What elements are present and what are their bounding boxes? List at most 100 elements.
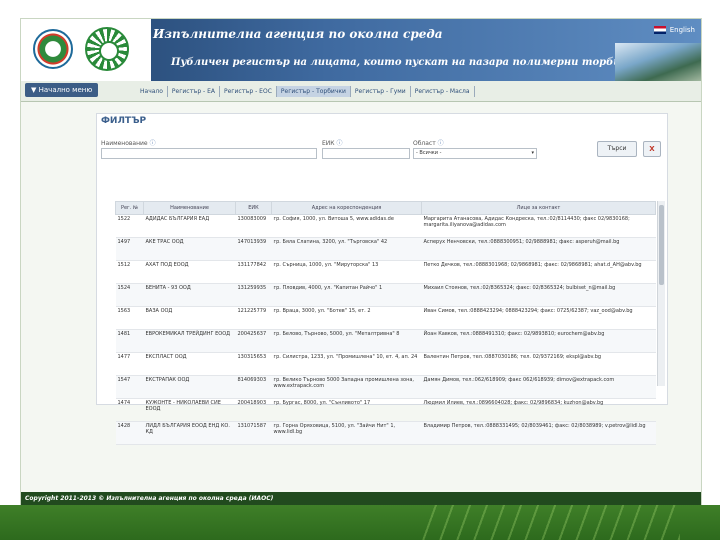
reg-number-cell: 1522 xyxy=(115,214,144,238)
name-label: Наименование ⓘ xyxy=(101,138,156,147)
tab-register-eos[interactable]: Регистър - ЕОС xyxy=(220,86,277,97)
name-cell: ЕВРОКЕМИКАЛ ТРЕЙДИНГ ЕООД xyxy=(143,329,236,353)
name-input[interactable] xyxy=(101,148,317,159)
bulstat-label-text: ЕИК xyxy=(322,140,335,147)
logo-area xyxy=(21,19,151,81)
reg-number-cell: 1563 xyxy=(115,306,144,330)
decorative-grass-band xyxy=(0,505,720,540)
help-icon[interactable]: ⓘ xyxy=(438,140,444,147)
name-cell: АКЕ ТРАС ООД xyxy=(143,237,236,261)
table-header-row: Рег. № Наименование ЕИК Адрес на кореспо… xyxy=(115,201,656,215)
eik-cell: 200418903 xyxy=(235,398,272,422)
address-cell: гр. Велико Търново 5000 Западна промишле… xyxy=(271,375,422,399)
chevron-down-icon: ▾ xyxy=(531,150,534,156)
address-cell: гр. Враца, 3000, ул. "Ботев" 15, ет. 2 xyxy=(271,306,422,330)
eik-cell: 130083009 xyxy=(235,214,272,238)
nav-tabs: Начало Регистър - ЕА Регистър - ЕОС Реги… xyxy=(136,86,475,97)
name-label-text: Наименование xyxy=(101,140,148,147)
language-switch[interactable]: English xyxy=(653,26,695,34)
eik-cell: 131071587 xyxy=(235,421,272,445)
bulstat-input[interactable] xyxy=(322,148,410,159)
copyright-text: Copyright 2011-2013 © Изпълнителна агенц… xyxy=(25,495,274,502)
contact-cell: Владимир Петров, тел.:0888331495; 02/803… xyxy=(421,421,656,445)
results-table: Рег. № Наименование ЕИК Адрес на кореспо… xyxy=(115,201,656,445)
help-icon[interactable]: ⓘ xyxy=(336,140,342,147)
table-row[interactable]: 1522 АДИДАС БЪЛГАРИЯ ЕАД 130083009 гр. С… xyxy=(115,214,656,238)
filter-title: ФИЛТЪР xyxy=(101,116,147,126)
tab-register-ea[interactable]: Регистър - ЕА xyxy=(168,86,220,97)
table-row[interactable]: 1547 ЕКСТРАПАК ООД 814069303 гр. Велико … xyxy=(115,375,656,399)
contact-cell: Маргарита Атанасова, Адидас Кондреска, т… xyxy=(421,214,656,238)
agency-logo xyxy=(33,29,73,69)
footer: Copyright 2011-2013 © Изпълнителна агенц… xyxy=(21,492,701,506)
address-cell: гр. Пловдив, 4000, ул. "Капитан Райчо" 1 xyxy=(271,283,422,307)
contact-cell: Асперух Ненчовски, тел.:0888300951; 02/9… xyxy=(421,237,656,261)
tab-register-bags[interactable]: Регистър - Торбички xyxy=(276,86,351,97)
region-select-value: - Всички - xyxy=(416,150,442,156)
address-cell: гр. Сърница, 1000, ул. "Мируторска" 13 xyxy=(271,260,422,284)
search-button[interactable]: Търси xyxy=(597,141,637,157)
help-icon[interactable]: ⓘ xyxy=(150,140,156,147)
address-cell: гр. София, 1000, ул. Витоша 5, www.adida… xyxy=(271,214,422,238)
reg-number-cell: 1547 xyxy=(115,375,144,399)
name-cell: ЕКСПЛАСТ ООД xyxy=(143,352,236,376)
table-row[interactable]: 1477 ЕКСПЛАСТ ООД 130315653 гр. Силистра… xyxy=(115,352,656,376)
filter-panel: ФИЛТЪР Наименование ⓘ ЕИК ⓘ Област ⓘ - В… xyxy=(96,113,668,445)
tab-register-oils[interactable]: Регистър - Масла xyxy=(411,86,475,97)
column-header[interactable]: Адрес на кореспонденция xyxy=(271,201,422,215)
reg-number-cell: 1428 xyxy=(115,421,144,445)
table-row[interactable]: 1497 АКЕ ТРАС ООД 147013939 гр. Бяла Сла… xyxy=(115,237,656,261)
address-cell: гр. Белово, Търново, 5000, ул. "Металтри… xyxy=(271,329,422,353)
reg-number-cell: 1481 xyxy=(115,329,144,353)
table-row[interactable]: 1481 ЕВРОКЕМИКАЛ ТРЕЙДИНГ ЕООД 200425637… xyxy=(115,329,656,353)
home-menu-button[interactable]: ▼ Начално меню xyxy=(25,83,99,97)
eik-cell: 131177842 xyxy=(235,260,272,284)
header: Изпълнителна агенция по околна среда Пуб… xyxy=(21,19,701,81)
table-row[interactable]: 1563 ВАЗА ООД 121225779 гр. Враца, 3000,… xyxy=(115,306,656,330)
address-cell: гр. Горна Оряховица, 5100, ул. "Зайчи Ни… xyxy=(271,421,422,445)
region-select[interactable]: - Всички - ▾ xyxy=(413,148,537,159)
agency-title: Изпълнителна агенция по околна среда xyxy=(153,27,443,41)
ministry-logo xyxy=(85,27,129,71)
contact-cell: Дамян Димов, тел.:062/618909; факс 062/6… xyxy=(421,375,656,399)
column-header[interactable]: Рег. № xyxy=(115,201,144,215)
eik-cell: 814069303 xyxy=(235,375,272,399)
column-header[interactable]: Наименование xyxy=(143,201,236,215)
eik-cell: 147013939 xyxy=(235,237,272,261)
address-cell: гр. Силистра, 1233, ул. "Промишлена" 10,… xyxy=(271,352,422,376)
name-cell: ЛИДЛ БЪЛГАРИЯ ЕООД ЕНД КО. КД xyxy=(143,421,236,445)
uk-flag-icon xyxy=(653,26,666,34)
scrollbar-thumb[interactable] xyxy=(659,205,664,285)
nav-bar: ▼ Начално меню Начало Регистър - ЕА Реги… xyxy=(21,81,701,102)
name-cell: АХАТ ПОД ЕООД xyxy=(143,260,236,284)
table-scrollbar[interactable] xyxy=(657,201,665,386)
reg-number-cell: 1477 xyxy=(115,352,144,376)
grass-pattern xyxy=(420,505,680,540)
tab-register-tires[interactable]: Регистър - Гуми xyxy=(351,86,411,97)
table-row[interactable]: 1474 КУЖОНТЕ - НИКОЛАЕВИ СИЕ ЕООД 200418… xyxy=(115,398,656,422)
reg-number-cell: 1474 xyxy=(115,398,144,422)
tab-home[interactable]: Начало xyxy=(136,86,168,97)
contact-cell: Петко Дечков, тел.:0888301968; 02/986898… xyxy=(421,260,656,284)
reg-number-cell: 1524 xyxy=(115,283,144,307)
table-row[interactable]: 1428 ЛИДЛ БЪЛГАРИЯ ЕООД ЕНД КО. КД 13107… xyxy=(115,421,656,445)
bulstat-label: ЕИК ⓘ xyxy=(322,138,342,147)
english-link[interactable]: English xyxy=(670,26,695,34)
home-menu-label: Начално меню xyxy=(38,86,93,94)
register-subtitle: Публичен регистър на лицата, които пуска… xyxy=(171,57,642,68)
name-cell: ВАЗА ООД xyxy=(143,306,236,330)
address-cell: гр. Бургас, 8000, ул. "Сънливото" 17 xyxy=(271,398,422,422)
column-header[interactable]: Лице за контакт xyxy=(421,201,656,215)
table-row[interactable]: 1512 АХАТ ПОД ЕООД 131177842 гр. Сърница… xyxy=(115,260,656,284)
clear-button[interactable]: X xyxy=(643,141,661,157)
region-label: Област ⓘ xyxy=(413,138,444,147)
table-row[interactable]: 1524 БЕНИТА - 93 ООД 131259935 гр. Пловд… xyxy=(115,283,656,307)
contact-cell: Иван Симов, тел.:0888423294; 0888423294;… xyxy=(421,306,656,330)
name-cell: АДИДАС БЪЛГАРИЯ ЕАД xyxy=(143,214,236,238)
name-cell: БЕНИТА - 93 ООД xyxy=(143,283,236,307)
column-header[interactable]: ЕИК xyxy=(235,201,272,215)
header-photo xyxy=(615,43,701,81)
name-cell: ЕКСТРАПАК ООД xyxy=(143,375,236,399)
name-cell: КУЖОНТЕ - НИКОЛАЕВИ СИЕ ЕООД xyxy=(143,398,236,422)
region-label-text: Област xyxy=(413,140,436,147)
